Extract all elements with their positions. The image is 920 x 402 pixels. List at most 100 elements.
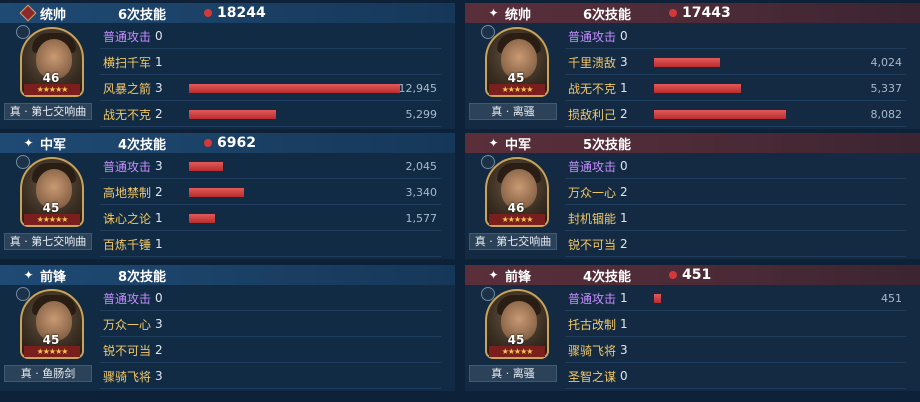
skill-name: 骤骑飞将 (103, 369, 152, 384)
star-rating: ★★★★★ (24, 84, 80, 95)
sparkle-icon: ✦ (488, 5, 499, 20)
right-team-column: ✦ 统帅 6次技能 17443 45 ★★★★★ 真 · 离骚 普通攻击 0 千里溃… (465, 0, 920, 402)
troop-type-icon (16, 287, 30, 301)
general-section: ✦ 前锋 4次技能 451 45 ★★★★★ 真 · 离骚 普通攻击 1 451 托古… (465, 262, 920, 391)
general-portrait[interactable]: 45 ★★★★★ (481, 287, 553, 361)
left-team-column: 统帅 6次技能 18244 46 ★★★★★ 真 · 第七交响曲 普通攻击 0 横扫… (0, 0, 455, 402)
general-section: ✦ 前锋 8次技能 45 ★★★★★ 真 · 鱼肠剑 普通攻击 0 万众一心 3 锐不可… (0, 262, 455, 391)
section-body: 46 ★★★★★ 真 · 第七交响曲 普通攻击 0 横扫千军 1 风暴之箭 3 12,945… (0, 23, 455, 129)
general-level: 46 (42, 71, 60, 85)
damage-value: 451 (881, 291, 902, 305)
general-portrait[interactable]: 46 ★★★★★ (481, 155, 553, 229)
skill-count-label: 8次技能 (118, 269, 167, 285)
skill-trigger-count: 1 (620, 291, 628, 305)
skill-trigger-count: 1 (620, 81, 628, 95)
skill-trigger-count: 0 (155, 291, 163, 305)
section-header: ✦ 中军 4次技能 6962 (0, 133, 455, 153)
skill-count-label: 6次技能 (118, 7, 167, 23)
section-header: 统帅 6次技能 18244 (0, 3, 455, 23)
sparkle-icon: ✦ (488, 135, 499, 150)
skill-name: 万众一心 (568, 185, 617, 200)
red-dot-icon (204, 139, 212, 147)
skill-name: 风暴之箭 (103, 81, 152, 96)
skill-row: 普通攻击 1 451 (565, 285, 920, 311)
skill-trigger-count: 1 (620, 211, 628, 225)
skill-row: 骤骑飞将 3 (100, 363, 455, 389)
skill-row: 诛心之论 1 1,577 (100, 205, 455, 231)
skill-name: 万众一心 (103, 317, 152, 332)
red-dot-icon (669, 271, 677, 279)
troop-type-icon (481, 25, 495, 39)
star-rating: ★★★★★ (24, 346, 80, 357)
role-label: 统帅 (40, 7, 67, 23)
troop-type-icon (16, 25, 30, 39)
section-header: ✦ 前锋 8次技能 (0, 265, 455, 285)
skill-row: 普通攻击 3 2,045 (100, 153, 455, 179)
skill-name: 锐不可当 (103, 343, 152, 358)
skill-trigger-count: 2 (620, 237, 628, 251)
general-portrait[interactable]: 45 ★★★★★ (16, 155, 88, 229)
red-dot-icon (669, 9, 677, 17)
section-body: 45 ★★★★★ 真 · 鱼肠剑 普通攻击 0 万众一心 3 锐不可当 2 骤骑飞将 3 (0, 285, 455, 391)
general-section: ✦ 统帅 6次技能 17443 45 ★★★★★ 真 · 离骚 普通攻击 0 千里溃… (465, 0, 920, 129)
skill-row: 圣智之谋 0 (565, 363, 920, 389)
role-label: 中军 (40, 137, 67, 153)
sparkle-icon: ✦ (23, 267, 34, 282)
general-level: 46 (507, 201, 525, 215)
total-damage: 17443 (682, 5, 731, 21)
general-portrait[interactable]: 46 ★★★★★ (16, 25, 88, 99)
damage-value: 5,337 (870, 81, 903, 95)
section-header: ✦ 中军 5次技能 (465, 133, 920, 153)
skill-name: 普通攻击 (568, 159, 617, 174)
skill-row: 普通攻击 0 (565, 153, 920, 179)
skill-row: 普通攻击 0 (100, 23, 455, 49)
general-section: ✦ 中军 4次技能 6962 45 ★★★★★ 真 · 第七交响曲 普通攻击 3 2… (0, 130, 455, 259)
skill-trigger-count: 3 (155, 159, 163, 173)
star-rating: ★★★★★ (489, 84, 545, 95)
red-dot-icon (204, 9, 212, 17)
damage-value: 2,045 (405, 159, 438, 173)
skill-trigger-count: 3 (620, 55, 628, 69)
skill-name: 托古改制 (568, 317, 617, 332)
damage-bar (654, 58, 720, 67)
skill-trigger-count: 2 (620, 107, 628, 121)
damage-value: 4,024 (870, 55, 903, 69)
total-damage: 451 (682, 267, 712, 283)
skill-row: 损敌利己 2 8,082 (565, 101, 920, 127)
star-rating: ★★★★★ (489, 214, 545, 225)
skill-row: 骤骑飞将 3 (565, 337, 920, 363)
general-title-badge: 真 · 离骚 (469, 365, 557, 382)
damage-value: 1,577 (405, 211, 438, 225)
general-title-badge: 真 · 第七交响曲 (4, 233, 92, 250)
skill-trigger-count: 3 (155, 317, 163, 331)
damage-bar (654, 110, 786, 119)
skill-row: 托古改制 1 (565, 311, 920, 337)
section-body: 45 ★★★★★ 真 · 第七交响曲 普通攻击 3 2,045 高地禁制 2 3,340 诛… (0, 153, 455, 259)
skill-row: 万众一心 3 (100, 311, 455, 337)
general-level: 45 (42, 201, 60, 215)
damage-bar (654, 294, 661, 303)
role-label: 统帅 (505, 7, 532, 23)
skill-row: 战无不克 1 5,337 (565, 75, 920, 101)
skill-name: 普通攻击 (103, 291, 152, 306)
general-level: 45 (507, 333, 525, 347)
general-portrait[interactable]: 45 ★★★★★ (481, 25, 553, 99)
skill-row: 百炼千锤 1 (100, 231, 455, 257)
sparkle-icon: ✦ (488, 267, 499, 282)
skill-trigger-count: 1 (620, 317, 628, 331)
skill-trigger-count: 1 (155, 211, 163, 225)
section-body: 45 ★★★★★ 真 · 离骚 普通攻击 1 451 托古改制 1 骤骑飞将 3 圣智之谋 0 (465, 285, 920, 391)
star-rating: ★★★★★ (489, 346, 545, 357)
skill-name: 横扫千军 (103, 55, 152, 70)
skill-count-label: 6次技能 (583, 7, 632, 23)
damage-value: 12,945 (398, 81, 438, 95)
general-title-badge: 真 · 鱼肠剑 (4, 365, 92, 382)
general-title-badge: 真 · 离骚 (469, 103, 557, 120)
skill-name: 战无不克 (103, 107, 152, 122)
skill-row: 战无不克 2 5,299 (100, 101, 455, 127)
skill-trigger-count: 0 (155, 29, 163, 43)
section-header: ✦ 统帅 6次技能 17443 (465, 3, 920, 23)
general-portrait[interactable]: 45 ★★★★★ (16, 287, 88, 361)
damage-bar (189, 84, 400, 93)
skill-name: 圣智之谋 (568, 369, 617, 384)
